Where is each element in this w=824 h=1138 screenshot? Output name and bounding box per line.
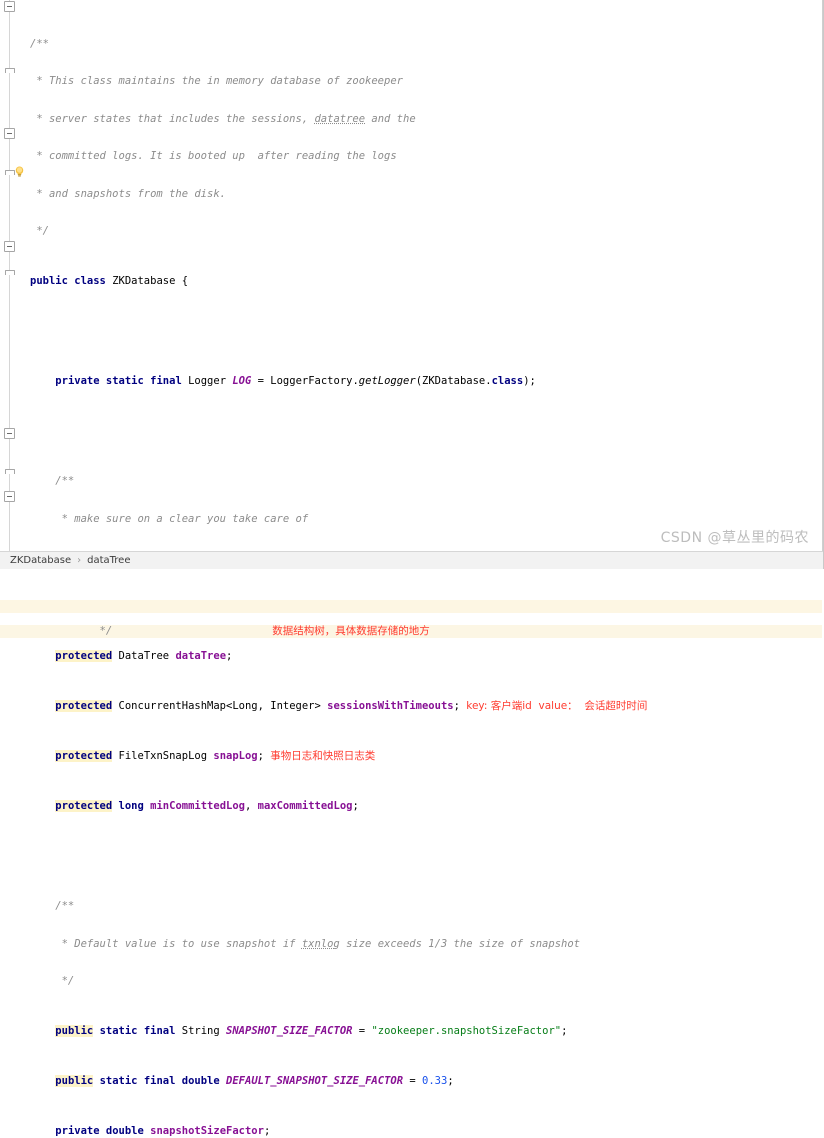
- breadcrumb-item-class[interactable]: ZKDatabase: [8, 555, 73, 566]
- keyword-public: public: [55, 1075, 94, 1087]
- comment-token: * make sure on a clear you take care of: [30, 512, 309, 525]
- code-line[interactable]: public class ZKDatabase {: [0, 275, 822, 288]
- code-line[interactable]: * server states that includes the sessio…: [0, 113, 822, 126]
- keyword-protected: protected: [55, 650, 113, 662]
- keyword-static: static: [99, 1025, 138, 1037]
- comment-token: */: [30, 975, 75, 987]
- code-line[interactable]: private double snapshotSizeFactor;: [0, 1125, 822, 1138]
- code-line[interactable]: * committed logs. It is booted up after …: [0, 150, 822, 163]
- code-content[interactable]: /** * This class maintains the in memory…: [0, 0, 822, 1137]
- code-line[interactable]: /**: [0, 475, 822, 488]
- type-token: ConcurrentHashMap<Long, Integer>: [118, 700, 321, 712]
- code-line[interactable]: /**: [0, 38, 822, 51]
- keyword-static: static: [99, 1075, 138, 1087]
- type-token: String: [181, 1025, 220, 1037]
- code-line[interactable]: * make sure on a clear you take care of: [0, 513, 822, 526]
- keyword-private: private: [55, 1125, 100, 1137]
- code-line[interactable]: public static final double DEFAULT_SNAPS…: [0, 1075, 822, 1088]
- field-token: minCommittedLog: [150, 800, 245, 812]
- keyword-final: final: [143, 1075, 176, 1087]
- comment-token: /**: [30, 475, 75, 487]
- field-token: SNAPSHOT_SIZE_FACTOR: [226, 1025, 353, 1037]
- field-token: maxCommittedLog: [257, 800, 353, 812]
- keyword-double: double: [181, 1075, 220, 1087]
- code-line[interactable]: protected FileTxnSnapLog snapLog; 事物日志和快…: [0, 750, 822, 763]
- code-line[interactable]: * This class maintains the in memory dat…: [0, 75, 822, 88]
- string-token: "zookeeper.snapshotSizeFactor": [371, 1025, 562, 1037]
- annotation-datatree: 数据结构树，具体数据存储的地方: [272, 625, 430, 637]
- field-token: dataTree: [175, 650, 227, 662]
- comment-token: /**: [30, 37, 49, 50]
- keyword-private: private: [55, 375, 100, 387]
- keyword-double: double: [105, 1125, 144, 1137]
- comment-token: * committed logs. It is booted up after …: [30, 150, 397, 162]
- code-line[interactable]: */: [0, 975, 822, 988]
- keyword-long: long: [118, 800, 144, 812]
- annotation-snaplog: 事物日志和快照日志类: [270, 750, 376, 762]
- class-name: ZKDatabase: [112, 275, 176, 287]
- keyword-static: static: [105, 375, 144, 387]
- code-line[interactable]: protected DataTree dataTree;: [0, 650, 822, 663]
- comment-token: /**: [30, 900, 75, 912]
- keyword-protected: protected: [55, 700, 113, 712]
- type-token: DataTree: [118, 650, 170, 662]
- comment-token: * and snapshots from the disk.: [30, 187, 226, 200]
- annotation-sessions: key: 客户端id value： 会话超时时间: [466, 700, 648, 712]
- spellcheck-word: txnlog: [301, 937, 340, 950]
- code-line[interactable]: /**: [0, 900, 822, 913]
- keyword-final: final: [150, 375, 182, 387]
- method-token: getLogger: [358, 375, 416, 387]
- keyword-protected: protected: [55, 750, 113, 762]
- code-line[interactable]: protected ConcurrentHashMap<Long, Intege…: [0, 700, 822, 713]
- comment-token: */: [30, 225, 49, 237]
- breadcrumb-separator-icon: ›: [77, 555, 82, 566]
- field-token: LOG: [232, 375, 252, 387]
- keyword-public: public: [55, 1025, 94, 1037]
- keyword-class: class: [74, 275, 106, 287]
- code-editor[interactable]: /** * This class maintains the in memory…: [0, 0, 824, 1137]
- code-line-caret[interactable]: */ 数据结构树，具体数据存储的地方: [0, 600, 822, 638]
- field-token: snapshotSizeFactor: [150, 1125, 264, 1137]
- code-line[interactable]: protected long minCommittedLog, maxCommi…: [0, 800, 822, 813]
- field-token: DEFAULT_SNAPSHOT_SIZE_FACTOR: [226, 1075, 404, 1087]
- comment-token: * This class maintains the in memory dat…: [30, 75, 403, 87]
- code-line[interactable]: public static final String SNAPSHOT_SIZE…: [0, 1025, 822, 1038]
- field-token: sessionsWithTimeouts: [327, 700, 454, 712]
- spellcheck-word: datatree: [314, 112, 366, 125]
- editor-scroll-edge[interactable]: [822, 0, 823, 551]
- code-line-blank[interactable]: [0, 325, 822, 338]
- keyword-class-literal: class: [491, 375, 524, 387]
- code-line[interactable]: */: [0, 225, 822, 238]
- code-line[interactable]: private static final Logger LOG = Logger…: [0, 375, 822, 388]
- breadcrumb[interactable]: ZKDatabase › dataTree: [0, 551, 823, 569]
- code-line-blank[interactable]: [0, 425, 822, 438]
- type-token: Logger: [188, 375, 227, 387]
- code-line[interactable]: * Default value is to use snapshot if tx…: [0, 938, 822, 951]
- code-line-blank[interactable]: [0, 850, 822, 863]
- comment-token: */: [67, 625, 113, 637]
- keyword-public: public: [30, 275, 68, 287]
- type-token: FileTxnSnapLog: [118, 750, 208, 762]
- keyword-protected: protected: [55, 800, 113, 812]
- keyword-final: final: [143, 1025, 176, 1037]
- number-token: 0.33: [422, 1075, 448, 1087]
- code-line[interactable]: * and snapshots from the disk.: [0, 188, 822, 201]
- comment-token: * server states that includes the sessio…: [30, 112, 416, 125]
- comment-token: * Default value is to use snapshot if tx…: [30, 937, 580, 950]
- field-token: snapLog: [213, 750, 258, 762]
- class-ref: ZKDatabase: [422, 375, 486, 387]
- breadcrumb-item-field[interactable]: dataTree: [85, 555, 132, 566]
